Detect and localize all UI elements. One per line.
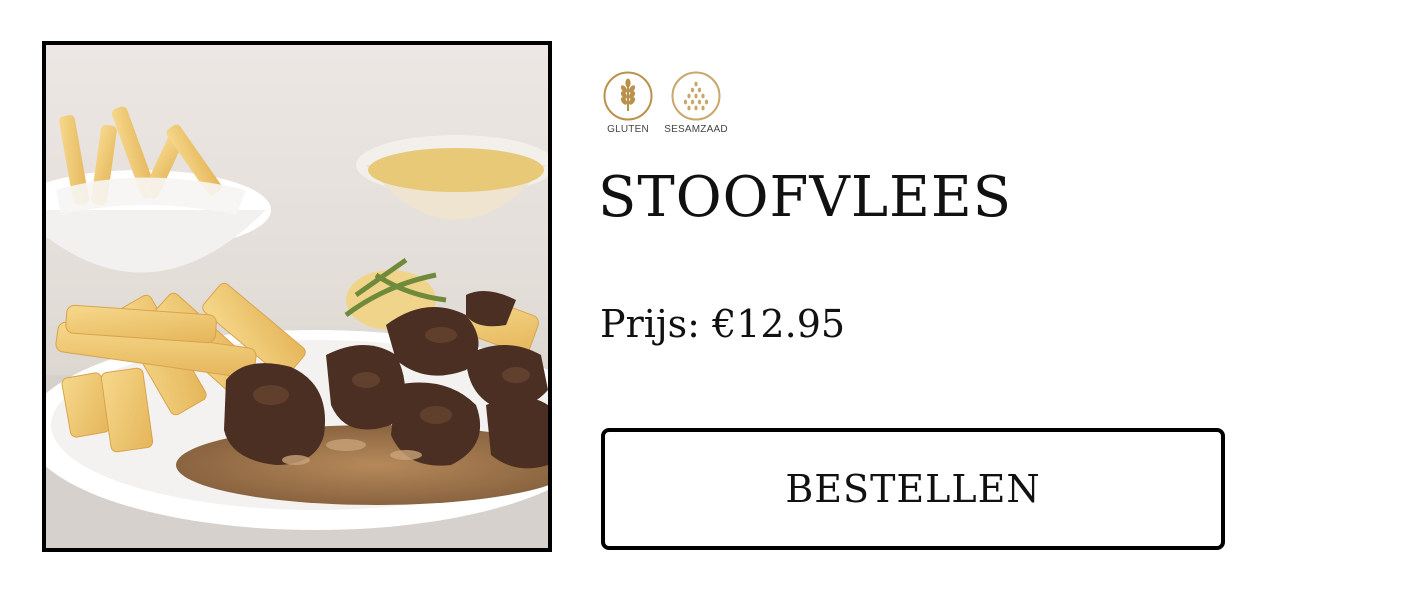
wheat-icon	[603, 71, 653, 121]
price-value: €12.95	[712, 302, 846, 346]
allergen-list: GLUTEN SESAMZAAD	[600, 71, 728, 135]
product-price: Prijs: €12.95	[600, 298, 845, 350]
order-button[interactable]: BESTELLEN	[601, 428, 1225, 550]
sesame-seeds-icon	[671, 71, 721, 121]
allergen-gluten: GLUTEN	[600, 71, 656, 135]
product-image	[42, 41, 552, 552]
allergen-label: SESAMZAAD	[664, 124, 728, 135]
product-title: STOOFVLEES	[598, 165, 1013, 230]
stoofvlees-dish-photo	[46, 45, 548, 548]
price-label: Prijs:	[600, 302, 700, 346]
allergen-sesamzaad: SESAMZAAD	[664, 71, 728, 135]
allergen-label: GLUTEN	[607, 124, 649, 135]
